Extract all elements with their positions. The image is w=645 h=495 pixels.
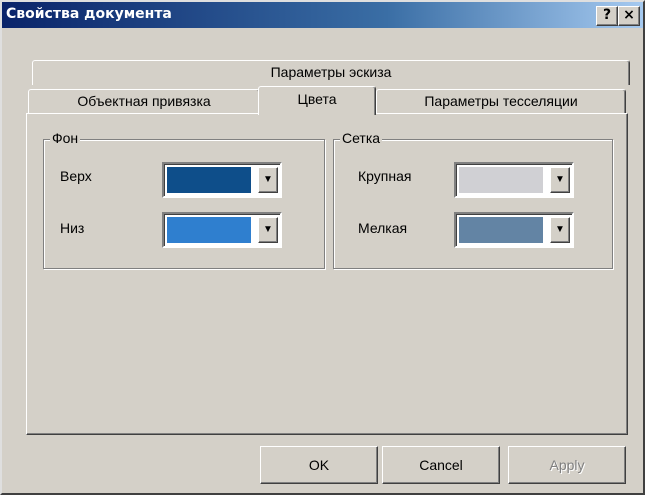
major-grid-color-swatch — [459, 167, 543, 193]
tab-label: Параметры эскиза — [270, 64, 392, 80]
tab-object-snap[interactable]: Объектная привязка — [28, 89, 260, 114]
top-color-swatch — [167, 167, 251, 193]
chevron-down-icon[interactable]: ▼ — [550, 167, 570, 193]
apply-button[interactable]: Apply — [508, 446, 626, 484]
major-grid-color-select[interactable]: ▼ — [454, 162, 574, 198]
tab-tessellation-parameters[interactable]: Параметры тесселяции — [376, 89, 626, 114]
document-properties-dialog: Свойства документа ? × Параметры эскиза … — [0, 0, 645, 495]
chevron-down-icon[interactable]: ▼ — [258, 167, 278, 193]
chevron-down-icon[interactable]: ▼ — [550, 217, 570, 243]
bottom-color-label: Низ — [60, 220, 85, 236]
help-button[interactable]: ? — [596, 6, 618, 26]
window-title: Свойства документа — [6, 6, 172, 22]
bottom-color-swatch — [167, 217, 251, 243]
top-color-label: Верх — [60, 168, 92, 184]
colors-tab-panel: Фон Верх ▼ Низ ▼ Сетка Крупная ▼ Мелкая — [26, 113, 628, 435]
chevron-down-icon[interactable]: ▼ — [258, 217, 278, 243]
ok-button[interactable]: OK — [260, 446, 378, 484]
minor-grid-color-swatch — [459, 217, 543, 243]
tab-label: Цвета — [297, 91, 337, 107]
background-group-legend: Фон — [50, 130, 81, 146]
tab-label: Параметры тесселяции — [424, 93, 578, 109]
close-button[interactable]: × — [618, 6, 640, 26]
tab-label: Объектная привязка — [77, 93, 211, 109]
tab-colors[interactable]: Цвета — [258, 86, 376, 115]
minor-grid-label: Мелкая — [358, 220, 408, 236]
major-grid-label: Крупная — [358, 168, 412, 184]
top-color-select[interactable]: ▼ — [162, 162, 282, 198]
grid-group-legend: Сетка — [340, 130, 383, 146]
grid-group: Сетка Крупная ▼ Мелкая ▼ — [333, 130, 613, 269]
minor-grid-color-select[interactable]: ▼ — [454, 212, 574, 248]
tab-sketch-parameters[interactable]: Параметры эскиза — [32, 60, 630, 85]
bottom-color-select[interactable]: ▼ — [162, 212, 282, 248]
title-bar[interactable]: Свойства документа ? × — [2, 2, 643, 28]
cancel-button[interactable]: Cancel — [382, 446, 500, 484]
background-group: Фон Верх ▼ Низ ▼ — [43, 130, 325, 269]
